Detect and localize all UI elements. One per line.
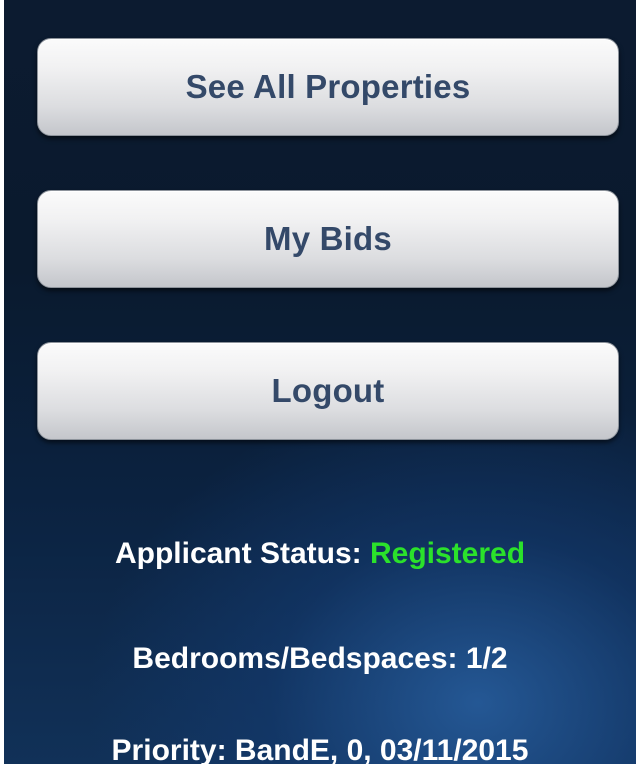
- priority-text: Priority: BandE, 0, 03/11/2015: [111, 734, 529, 764]
- app-screen: See All Properties My Bids Logout Applic…: [4, 0, 636, 764]
- logout-label: Logout: [271, 372, 385, 409]
- my-bids-label: My Bids: [264, 220, 392, 257]
- bedrooms-bedspaces-text: Bedrooms/Bedspaces: 1/2: [132, 642, 508, 675]
- see-all-properties-button[interactable]: See All Properties: [37, 38, 619, 136]
- logout-button[interactable]: Logout: [37, 342, 619, 440]
- see-all-properties-label: See All Properties: [185, 68, 471, 105]
- my-bids-button[interactable]: My Bids: [37, 190, 619, 288]
- applicant-status-line: Applicant Status: Registered: [4, 537, 636, 571]
- applicant-status-value: Registered: [369, 537, 526, 570]
- applicant-status-label: Applicant Status:: [114, 537, 362, 570]
